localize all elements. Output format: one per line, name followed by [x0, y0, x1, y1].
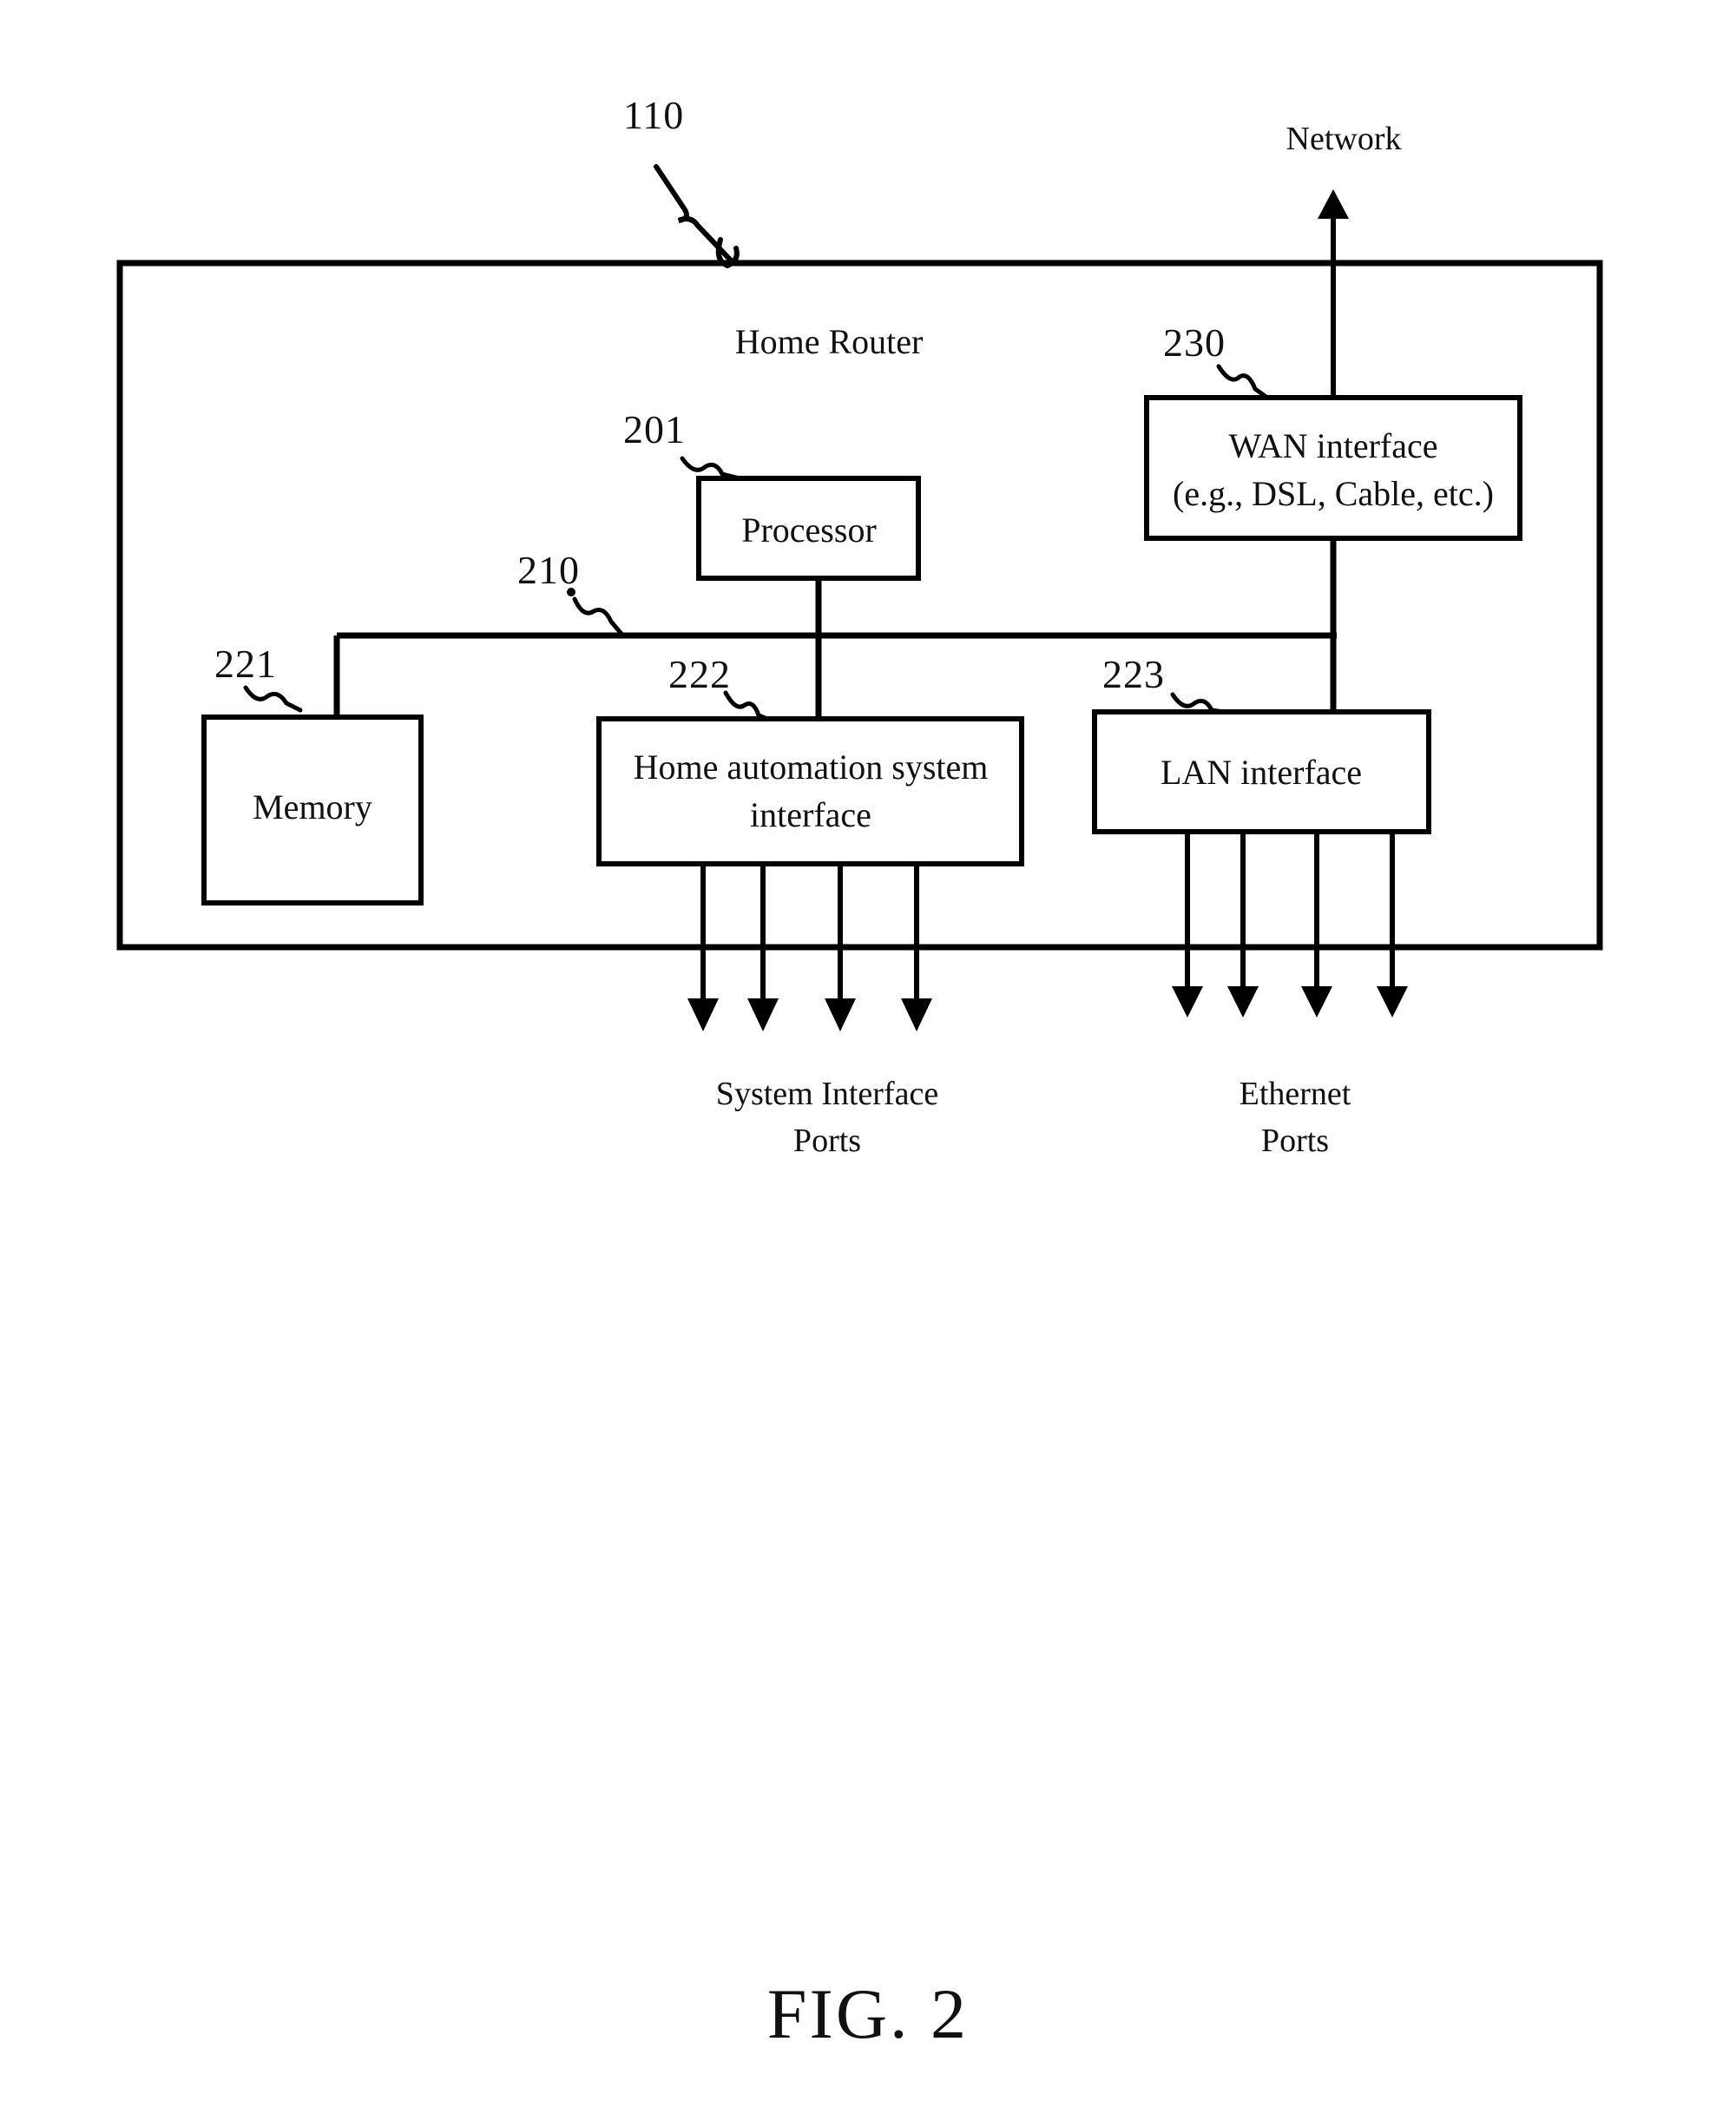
figure-canvas	[116, 164, 1603, 1031]
home-router-title: Home Router	[734, 322, 924, 361]
ref-number-110: 110	[623, 93, 685, 137]
ref-number-201: 201	[623, 407, 686, 451]
ethernet-ports-caption-line1: Ethernet	[1239, 1076, 1351, 1112]
ref-number-230: 230	[1163, 320, 1226, 365]
ref-number-223: 223	[1102, 652, 1165, 696]
ref-leader-230	[1216, 364, 1270, 400]
memory-label: Memory	[253, 787, 372, 827]
network-uplink-arrowhead	[1318, 189, 1349, 219]
ref-number-222: 222	[668, 652, 731, 696]
system-interface-ports-caption-line2: Ports	[792, 1123, 862, 1159]
ethernet-ports-caption-line2: Ports	[1260, 1123, 1330, 1159]
home-automation-interface-label-line2: interface	[750, 795, 871, 834]
processor-label: Processor	[741, 510, 877, 550]
figure-caption: FIG. 2	[766, 1974, 970, 2053]
ref-number-221: 221	[214, 642, 277, 686]
system-interface-ports-caption-line1: System Interface	[715, 1076, 939, 1112]
home-automation-interface-block	[596, 716, 1024, 866]
lan-interface-label: LAN interface	[1160, 753, 1363, 792]
ethernet-port-lines	[1172, 832, 1408, 1017]
ref-number-210: 210	[517, 548, 580, 592]
ref-leader-210	[572, 596, 624, 636]
ref-leader-201	[680, 456, 742, 481]
wan-interface-label-line1: WAN interface	[1228, 426, 1438, 465]
home-automation-interface-label-line1: Home automation system	[633, 747, 989, 787]
ref-leader-221	[243, 685, 303, 713]
home-router-enclosure	[116, 260, 1603, 951]
ref-leader-222	[723, 690, 770, 721]
wan-interface-label-line2: (e.g., DSL, Cable, etc.)	[1173, 474, 1494, 513]
wan-interface-block	[1144, 395, 1522, 541]
network-label: Network	[1286, 121, 1402, 157]
